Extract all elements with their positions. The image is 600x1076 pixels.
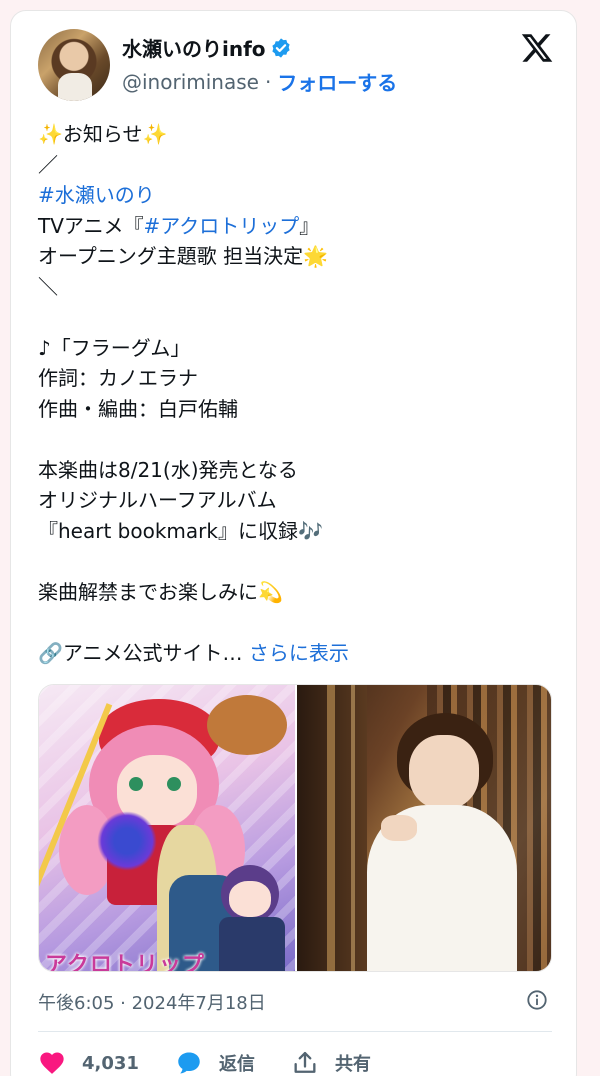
handle-line: @inoriminase · フォローする (122, 67, 397, 96)
author-handle[interactable]: @inoriminase (122, 70, 259, 94)
like-count: 4,031 (82, 1052, 139, 1074)
text-line: 🔗アニメ公式サイト… さらに表示 (38, 638, 558, 669)
tweet-header: 水瀬いのりinfo @inoriminase · フォローする (38, 29, 558, 101)
tweet-card: 水瀬いのりinfo @inoriminase · フォローする ✨お知らせ✨ ／… (10, 10, 577, 1076)
link-icon: 🔗 (38, 640, 63, 665)
text-segment: お知らせ (62, 122, 143, 146)
glowing-star-icon: 🌟 (303, 244, 329, 268)
sparkles-icon: ✨ (38, 122, 63, 146)
divider (38, 1031, 552, 1032)
x-logo-icon[interactable] (520, 31, 554, 65)
tweet-text: ✨お知らせ✨ ／ #水瀬いのり TVアニメ『#アクロトリップ』 オープニング主題… (38, 119, 558, 668)
text-line: オリジナルハーフアルバム (38, 488, 277, 512)
avatar[interactable] (38, 29, 110, 101)
text-segment: オープニング主題歌 担当決定 (38, 244, 304, 268)
musical-notes-icon: 🎶 (297, 518, 323, 543)
text-line: ＼ (38, 274, 58, 299)
text-line: 作曲・編曲：白戸佑輔 (38, 396, 238, 421)
text-line: 『heart bookmark』に収録🎶 (38, 516, 558, 547)
tweet-timestamp[interactable]: 午後6:05 · 2024年7月18日 (38, 993, 266, 1014)
text-line: ♪「フラーグム」 (38, 335, 191, 360)
share-icon (294, 1051, 316, 1073)
verified-badge-icon (271, 37, 290, 58)
info-icon[interactable] (526, 989, 548, 1011)
handle-separator: · (264, 69, 272, 94)
like-button[interactable]: 4,031 (38, 1049, 139, 1076)
anime-title-caption: アクロトリップ (45, 953, 205, 971)
show-more-link[interactable]: さらに表示 (249, 641, 349, 665)
text-line: 本楽曲は8/21(水)発売となる (38, 457, 298, 482)
text-line: 楽曲解禁までお楽しみに💫 (38, 577, 558, 608)
text-line: ／ (38, 152, 58, 177)
reply-button[interactable]: 返信 (175, 1049, 255, 1076)
media-grid: アクロトリップ (38, 684, 552, 972)
text-line: オープニング主題歌 担当決定🌟 (38, 241, 558, 272)
action-bar: 4,031 返信 共有 (38, 1045, 558, 1076)
text-segment: 楽曲解禁までお楽しみに (38, 579, 258, 604)
display-name[interactable]: 水瀬いのりinfo (122, 33, 266, 62)
anime-key-visual-image[interactable]: アクロトリップ (39, 685, 295, 971)
text-segment: TVアニメ『 (38, 213, 144, 238)
text-segment: アニメ公式サイト… (62, 640, 243, 665)
share-button[interactable]: 共有 (291, 1049, 371, 1076)
reply-label: 返信 (218, 1054, 255, 1075)
text-line: ✨お知らせ✨ (38, 119, 558, 150)
reply-bubble-icon (178, 1052, 200, 1074)
sparkles-icon: ✨ (142, 122, 168, 146)
heart-icon (40, 1052, 64, 1074)
dizzy-star-icon: 💫 (258, 579, 283, 604)
follow-button[interactable]: フォローする (277, 67, 397, 96)
text-line: 作詞：カノエラナ (38, 366, 198, 390)
text-line: #水瀬いのり (38, 180, 558, 211)
hashtag-link[interactable]: #アクロトリップ (144, 214, 300, 238)
hashtag-link[interactable]: #水瀬いのり (38, 183, 155, 207)
timestamp-row: 午後6:05 · 2024年7月18日 (38, 989, 558, 1015)
share-label: 共有 (334, 1054, 371, 1075)
author-name-line: 水瀬いのりinfo (122, 33, 292, 62)
text-segment: 』 (299, 213, 320, 238)
text-line: TVアニメ『#アクロトリップ』 (38, 211, 558, 242)
text-segment: 『heart bookmark』に収録 (38, 518, 298, 543)
artist-photo-image[interactable] (295, 685, 551, 971)
